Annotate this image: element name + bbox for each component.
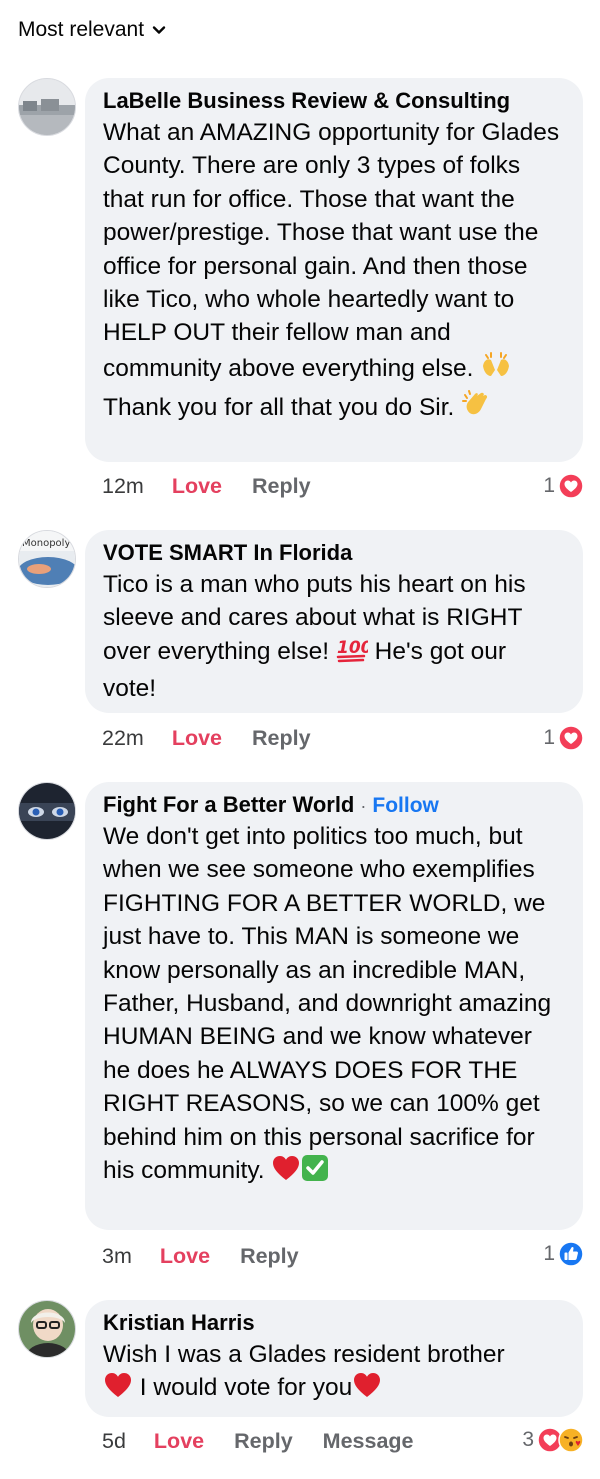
svg-text:Monopoly: Monopoly — [22, 538, 70, 549]
comment-text: We don't get into politics too much, but… — [103, 820, 565, 1191]
hundred-points-emoji-icon: 100 — [336, 635, 373, 672]
check-mark-button-emoji-icon — [301, 1154, 329, 1191]
reaction-count: 1 — [543, 726, 555, 749]
avatar[interactable] — [18, 78, 76, 136]
avatar[interactable] — [18, 782, 76, 840]
comment-author[interactable]: VOTE SMART In Florida — [103, 540, 352, 566]
comment-time[interactable]: 22m — [102, 726, 144, 751]
reply-button[interactable]: Reply — [252, 726, 311, 751]
comment-time[interactable]: 12m — [102, 474, 144, 499]
red-heart-emoji-icon — [103, 1371, 133, 1408]
love-button[interactable]: Love — [172, 474, 222, 499]
reply-button[interactable]: Reply — [240, 1244, 299, 1269]
chevron-down-icon — [152, 26, 166, 34]
red-heart-emoji-icon — [352, 1371, 382, 1408]
love-button[interactable]: Love — [172, 726, 222, 751]
comment-author[interactable]: LaBelle Business Review & Consulting — [103, 88, 510, 114]
comment-bubble: LaBelle Business Review & Consulting Wha… — [85, 78, 583, 462]
reaction-count: 1 — [543, 474, 555, 497]
comment-text: Tico is a man who puts his heart on his … — [103, 571, 526, 703]
comment-time[interactable]: 5d — [102, 1429, 126, 1454]
comment-bubble: VOTE SMART In Florida Tico is a man who … — [85, 530, 583, 713]
avatar[interactable]: Monopoly — [18, 530, 76, 588]
heart-icon — [558, 473, 584, 499]
reaction-summary[interactable]: 1 — [543, 723, 584, 753]
sort-dropdown[interactable]: Most relevant — [18, 14, 166, 46]
comment-author[interactable]: Kristian Harris — [103, 1310, 255, 1336]
comment-bubble: Fight For a Better World · Follow We don… — [85, 782, 583, 1230]
comment-text: What an AMAZING opportunity for Glades C… — [103, 116, 565, 429]
separator-dot: · — [360, 796, 367, 816]
comment-time[interactable]: 3m — [102, 1244, 132, 1269]
clapping-hands-emoji-icon — [461, 389, 491, 428]
comment-text: Wish I was a Glades resident brother I w… — [103, 1338, 565, 1409]
love-button[interactable]: Love — [154, 1429, 204, 1454]
comment-bubble: Kristian Harris Wish I was a Glades resi… — [85, 1300, 583, 1417]
comment-author[interactable]: Fight For a Better World — [103, 792, 354, 818]
follow-button[interactable]: Follow — [372, 794, 439, 818]
message-button[interactable]: Message — [323, 1429, 414, 1454]
reaction-summary[interactable]: 3 — [522, 1425, 584, 1455]
reaction-count: 1 — [543, 1242, 555, 1265]
like-icon — [558, 1241, 584, 1267]
reaction-count: 3 — [522, 1428, 534, 1451]
reaction-summary[interactable]: 1 — [543, 471, 584, 501]
avatar[interactable] — [18, 1300, 76, 1358]
heart-icon — [558, 725, 584, 751]
raised-hands-emoji-icon — [480, 350, 512, 389]
sort-label: Most relevant — [18, 18, 145, 41]
love-button[interactable]: Love — [160, 1244, 210, 1269]
red-heart-emoji-icon — [271, 1154, 301, 1191]
reply-button[interactable]: Reply — [234, 1429, 293, 1454]
kiss-face-icon — [558, 1427, 584, 1453]
reply-button[interactable]: Reply — [252, 474, 311, 499]
reaction-summary[interactable]: 1 — [543, 1239, 584, 1269]
